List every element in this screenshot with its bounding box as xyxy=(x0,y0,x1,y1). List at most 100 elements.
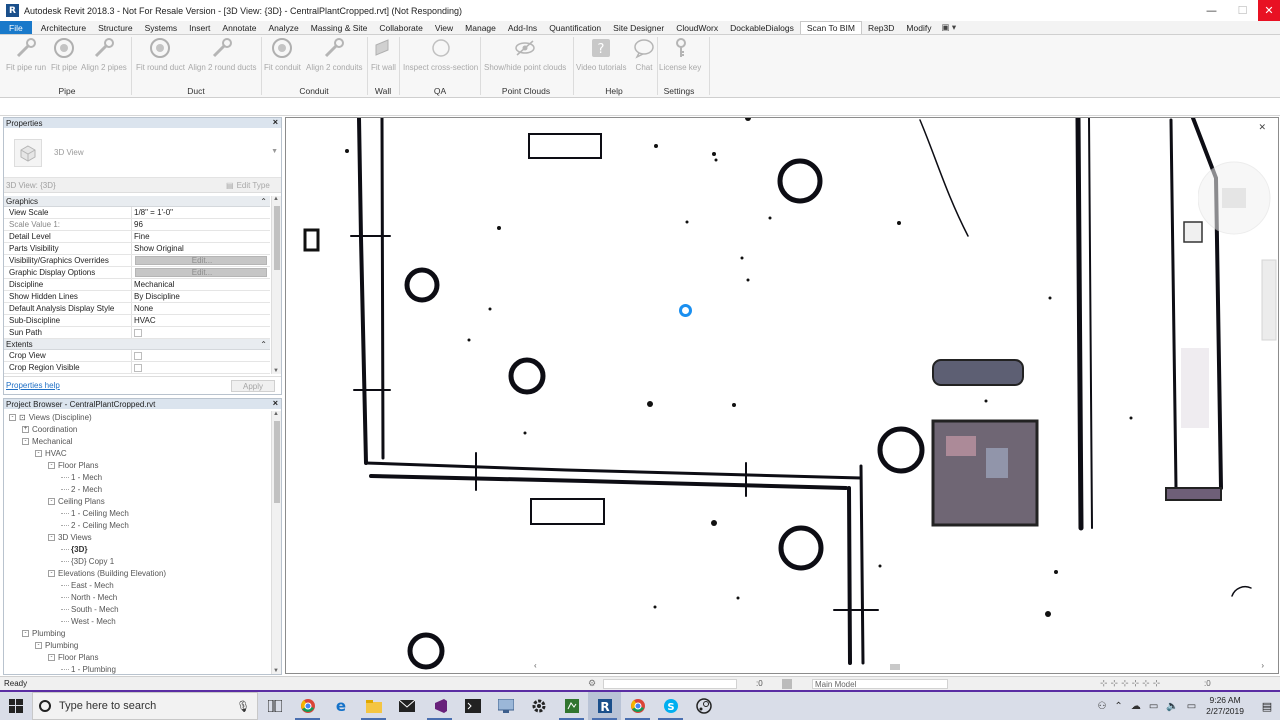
collapse-icon[interactable]: - xyxy=(48,461,55,469)
collapse-icon[interactable]: - xyxy=(48,497,55,505)
fit-wall-button[interactable]: Fit wall xyxy=(371,37,396,72)
collapse-icon[interactable]: - xyxy=(48,653,55,661)
edit-type-button[interactable]: ▤ Edit Type xyxy=(226,181,270,190)
network-icon[interactable]: ▭ xyxy=(1149,701,1158,712)
minimize-button[interactable]: — xyxy=(1196,0,1227,21)
project-browser-close-icon[interactable]: × xyxy=(273,398,278,408)
browser-tree-item[interactable]: West - Mech xyxy=(4,615,270,627)
taskbar-search-box[interactable]: Type here to search 🎙 xyxy=(32,692,258,720)
crop-view-checkbox[interactable] xyxy=(134,351,142,360)
scroll-down-icon[interactable]: ▼ xyxy=(273,368,279,374)
tab-massing-site[interactable]: Massing & Site xyxy=(305,21,374,34)
browser-tree-item[interactable]: - Elevations (Building Elevation) xyxy=(4,567,270,579)
license-key-button[interactable]: License key xyxy=(659,37,701,72)
browser-tree-item[interactable]: 1 - Mech xyxy=(4,471,270,483)
property-value[interactable]: 1/8" = 1'-0" xyxy=(132,207,270,218)
view-cube-nav[interactable] xyxy=(1198,152,1278,352)
browser-tree-item[interactable]: North - Mech xyxy=(4,591,270,603)
view-close-icon[interactable]: ✕ xyxy=(1258,122,1266,133)
tab-site-designer[interactable]: Site Designer xyxy=(607,21,670,34)
show-hide-point-clouds-button[interactable]: Show/hide point clouds xyxy=(484,37,566,72)
close-button[interactable]: ✕ xyxy=(1258,0,1280,21)
windows-start-button[interactable] xyxy=(0,692,32,720)
scrollbar-thumb[interactable] xyxy=(274,421,280,503)
browser-tree-item[interactable]: 2 - Mech xyxy=(4,483,270,495)
tab-modify[interactable]: Modify xyxy=(900,21,937,34)
taskbar-clock[interactable]: 9:26 AM 2/27/2019 xyxy=(1206,695,1244,717)
chrome-icon[interactable] xyxy=(621,692,654,720)
design-options-icon[interactable] xyxy=(782,679,792,689)
browser-tree-item[interactable]: South - Mech xyxy=(4,603,270,615)
fit-pipe-run-button[interactable]: Fit pipe run xyxy=(6,37,46,72)
terminal-icon[interactable] xyxy=(456,692,489,720)
scroll-up-icon[interactable]: ▲ xyxy=(273,196,279,202)
browser-tree-item[interactable]: -3D Views xyxy=(4,531,270,543)
apply-button[interactable]: Apply xyxy=(231,380,275,392)
browser-tree-item[interactable]: + Coordination xyxy=(4,423,270,435)
browser-tree-item[interactable]: - Floor Plans xyxy=(4,651,270,663)
tab-quantification[interactable]: Quantification xyxy=(543,21,607,34)
chrome-icon[interactable] xyxy=(291,692,324,720)
browser-tree-item[interactable]: {3D} xyxy=(4,543,270,555)
remote-desktop-icon[interactable] xyxy=(489,692,522,720)
selection-filter-icons[interactable]: ⊹⊹⊹⊹⊹⊹ xyxy=(1100,678,1163,689)
crop-region-checkbox-cell[interactable] xyxy=(132,362,270,373)
3d-viewport[interactable]: ✕ ‹ › xyxy=(285,117,1279,674)
browser-scrollbar[interactable]: ▲ ▼ xyxy=(271,411,281,674)
settings-icon[interactable] xyxy=(522,692,555,720)
property-value[interactable]: Mechanical xyxy=(132,279,270,290)
vg-overrides-edit-button[interactable]: Edit... xyxy=(135,256,267,265)
tab-dockabledialogs[interactable]: DockableDialogs xyxy=(724,21,800,34)
browser-tree-item[interactable]: - Plumbing xyxy=(4,639,270,651)
type-selector[interactable]: 3D View ▼ xyxy=(4,128,281,178)
crop-view-checkbox-cell[interactable] xyxy=(132,350,270,361)
property-value[interactable]: HVAC xyxy=(132,315,270,326)
browser-tree-item[interactable]: - Ceiling Plans xyxy=(4,495,270,507)
browser-tree-item[interactable]: - Mechanical xyxy=(4,435,270,447)
browser-tree-item[interactable]: - Plumbing xyxy=(4,627,270,639)
category-graphics[interactable]: Graphics ⌃ xyxy=(4,196,270,207)
tab-insert[interactable]: Insert xyxy=(183,21,216,34)
tab-scan-to-bim[interactable]: Scan To BIM xyxy=(799,21,862,34)
tab-file[interactable]: File xyxy=(0,21,32,34)
mail-icon[interactable] xyxy=(390,692,423,720)
revit-icon[interactable]: R xyxy=(588,692,621,720)
viewport-hscrollbar[interactable]: ‹ › xyxy=(534,661,1264,672)
tab-systems[interactable]: Systems xyxy=(139,21,184,34)
fit-pipe-button[interactable]: Fit pipe xyxy=(51,37,77,72)
property-value[interactable]: None xyxy=(132,303,270,314)
show-hidden-icons-chevron-icon[interactable]: ⌃ xyxy=(1114,701,1122,712)
align-2-round-ducts-button[interactable]: Align 2 round ducts xyxy=(188,37,257,72)
microphone-icon[interactable]: 🎙 xyxy=(236,700,250,713)
property-value[interactable]: 96 xyxy=(132,219,270,230)
scrollbar-thumb[interactable] xyxy=(890,664,900,670)
properties-scrollbar[interactable]: ▲ ▼ xyxy=(271,196,281,374)
crop-region-visible-checkbox[interactable] xyxy=(134,363,142,372)
fit-round-duct-button[interactable]: Fit round duct xyxy=(136,37,185,72)
people-icon[interactable]: ⚇ xyxy=(1097,701,1106,712)
skype-icon[interactable]: S xyxy=(654,692,687,720)
instance-selector[interactable]: 3D View: {3D} xyxy=(4,181,226,190)
worksets-dropdown[interactable] xyxy=(603,679,737,689)
volume-icon[interactable]: 🔈 xyxy=(1166,701,1178,712)
notification-center-icon[interactable]: ▤ xyxy=(1254,692,1280,720)
properties-help-link[interactable]: Properties help xyxy=(4,381,60,390)
sun-path-checkbox-cell[interactable] xyxy=(132,327,270,338)
property-value[interactable]: By Discipline xyxy=(132,291,270,302)
collapse-icon[interactable]: - xyxy=(9,413,16,421)
tab-manage[interactable]: Manage xyxy=(459,21,502,34)
browser-tree-item[interactable]: 1 - Ceiling Mech xyxy=(4,507,270,519)
property-value[interactable]: Show Original xyxy=(132,243,270,254)
tab-architecture[interactable]: Architecture xyxy=(35,21,92,34)
steam-icon[interactable] xyxy=(687,692,720,720)
browser-tree-item[interactable]: - HVAC xyxy=(4,447,270,459)
align-2-pipes-button[interactable]: Align 2 pipes xyxy=(81,37,127,72)
properties-close-icon[interactable]: × xyxy=(273,117,278,127)
scrollbar-thumb[interactable] xyxy=(274,206,280,270)
battery-icon[interactable]: ▭ xyxy=(1187,701,1196,712)
task-view-icon[interactable] xyxy=(258,692,291,720)
graphic-display-edit-button[interactable]: Edit... xyxy=(135,268,267,277)
revit-app-icon[interactable]: R xyxy=(6,4,19,17)
inspect-cross-section-button[interactable]: Inspect cross-section xyxy=(403,37,478,72)
tab-analyze[interactable]: Analyze xyxy=(262,21,304,34)
